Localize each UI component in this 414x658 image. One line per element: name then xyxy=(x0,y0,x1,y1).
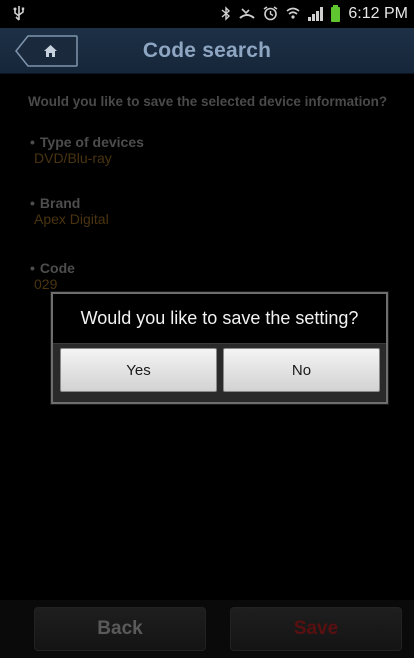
status-time: 6:12 PM xyxy=(348,5,408,22)
battery-icon xyxy=(331,4,341,22)
info-label: • Type of devices xyxy=(30,134,144,150)
info-value: DVD/Blu-ray xyxy=(34,150,112,166)
dialog-message: Would you like to save the setting? xyxy=(53,294,386,344)
bullet-icon: • xyxy=(30,195,35,211)
bluetooth-icon xyxy=(221,5,231,23)
list-item: • Brand Apex Digital xyxy=(30,195,109,227)
save-button[interactable]: Save xyxy=(230,607,402,651)
page-title: Code search xyxy=(142,38,272,62)
confirm-dialog: Would you like to save the setting? Yes … xyxy=(51,292,388,404)
info-label: • Brand xyxy=(30,195,81,211)
info-label: • Code xyxy=(30,260,75,276)
home-button[interactable] xyxy=(14,35,78,67)
alarm-icon xyxy=(263,5,278,23)
bullet-icon: • xyxy=(30,260,35,276)
usb-icon xyxy=(12,5,26,23)
title-bar: Code search xyxy=(0,28,414,74)
wifi-icon xyxy=(286,6,300,22)
list-item: • Type of devices DVD/Blu-ray xyxy=(30,134,144,166)
status-bar: 6:12 PM xyxy=(0,0,414,28)
save-question: Would you like to save the selected devi… xyxy=(28,94,388,109)
info-value: Apex Digital xyxy=(34,211,109,227)
bullet-icon: • xyxy=(30,134,35,150)
back-button[interactable]: Back xyxy=(34,607,206,651)
bottom-bar: Back Save xyxy=(0,600,414,658)
no-button[interactable]: No xyxy=(223,348,380,392)
dialog-button-row: Yes No xyxy=(60,348,380,392)
info-value: 029 xyxy=(34,276,58,292)
yes-button[interactable]: Yes xyxy=(60,348,217,392)
signal-icon xyxy=(308,7,324,21)
missed-call-icon xyxy=(239,7,256,22)
home-icon xyxy=(15,35,78,67)
list-item: • Code 029 xyxy=(30,260,75,292)
